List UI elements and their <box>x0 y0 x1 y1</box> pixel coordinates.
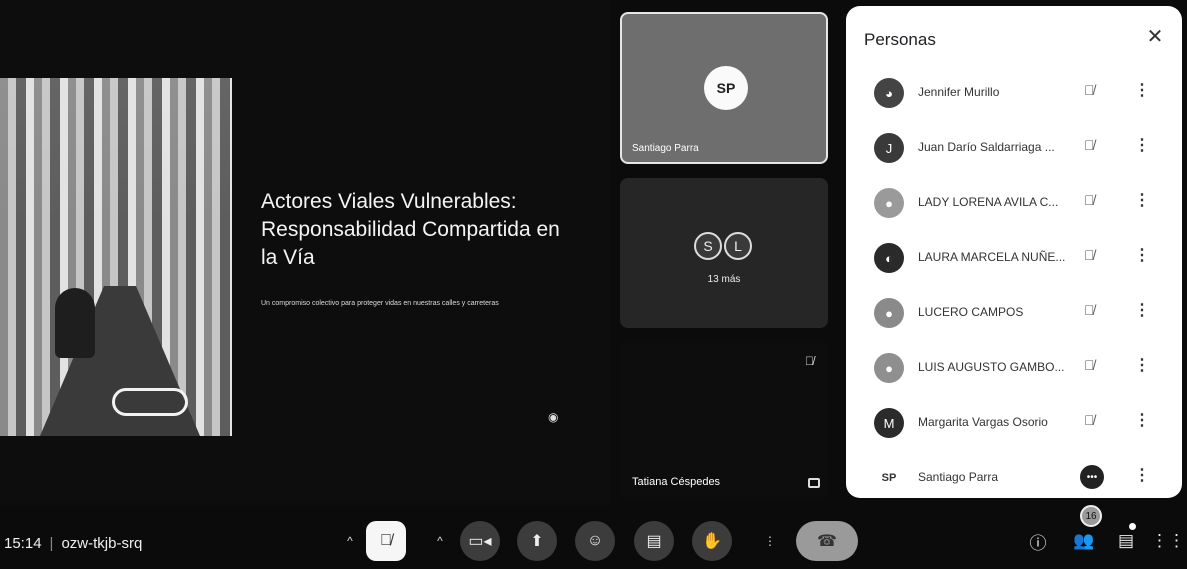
avatar: L <box>724 232 752 260</box>
participant-tile-bottom[interactable]: 🎙̸ Tatiana Céspedes <box>620 340 828 500</box>
separator: | <box>49 535 54 552</box>
mic-off-icon: 🎙̸ <box>1084 302 1095 318</box>
people-panel: Personas ✕ ◕ Jennifer Murillo 🎙̸ ⋮ J Jua… <box>846 6 1182 498</box>
pin-icon[interactable] <box>808 478 820 488</box>
meeting-info: 15:14 | ozw-tkjb-srq <box>4 535 142 552</box>
raise-hand-button[interactable]: ✋ <box>692 521 732 561</box>
more-options-icon[interactable]: ⋮ <box>1134 410 1150 430</box>
participants-count-badge: 16 <box>1080 505 1102 527</box>
avatar: ◕ <box>874 78 904 108</box>
more-options-icon[interactable]: ⋮ <box>1134 300 1150 320</box>
list-item[interactable]: ● LUCERO CAMPOS 🎙̸ ⋮ <box>846 286 1182 341</box>
mic-off-icon: 🎙̸ <box>1084 357 1095 373</box>
list-item[interactable]: SP Santiago Parra ••• ⋮ <box>846 451 1182 506</box>
mic-off-icon: 🎙̸ <box>1084 82 1095 98</box>
clock-time: 15:14 <box>4 535 42 552</box>
slide-title: Actores Viales Vulnerables: Responsabili… <box>261 190 560 269</box>
list-item[interactable]: J Juan Darío Saldarriaga ... 🎙̸ ⋮ <box>846 121 1182 176</box>
microphone-toggle-button[interactable]: 🎙̸ <box>366 521 406 561</box>
person-name: LUCERO CAMPOS <box>918 305 1024 319</box>
mic-off-icon: 🎙̸ <box>1084 192 1095 208</box>
chat-icon[interactable]: ▤ <box>1114 529 1138 553</box>
more-options-icon[interactable]: ⋮ <box>1134 355 1150 375</box>
avatar: S <box>694 232 722 260</box>
participants-group-tile[interactable]: S L 13 más <box>620 178 828 328</box>
mic-off-icon: 🎙̸ <box>1084 412 1095 428</box>
slide-logo-icon: ◉ <box>548 410 559 424</box>
avatar: ◐ <box>874 243 904 273</box>
more-participants-label: 13 más <box>707 274 741 285</box>
cyclist-graphic <box>55 288 95 358</box>
more-options-icon[interactable]: ⋮ <box>1134 465 1150 485</box>
audio-options-chevron-icon[interactable]: ^ <box>340 531 360 551</box>
meeting-details-icon[interactable]: ⓘ <box>1026 529 1050 553</box>
mic-off-icon: 🎙̸ <box>1084 247 1095 263</box>
person-name: LUIS AUGUSTO GAMBO... <box>918 360 1065 374</box>
people-icon[interactable]: 👥 <box>1072 529 1096 553</box>
mic-off-icon: 🎙̸ <box>805 354 814 368</box>
more-options-icon[interactable]: ⋮ <box>1134 80 1150 100</box>
person-name: LADY LORENA AVILA C... <box>918 195 1059 209</box>
avatar: J <box>874 133 904 163</box>
avatar: SP <box>874 463 904 493</box>
more-options-icon[interactable]: ⋮ <box>760 531 780 551</box>
participant-name: Santiago Parra <box>632 143 699 154</box>
captions-button[interactable]: ▤ <box>634 521 674 561</box>
list-item[interactable]: ● LADY LORENA AVILA C... 🎙̸ ⋮ <box>846 176 1182 231</box>
reactions-button[interactable]: ☺ <box>575 521 615 561</box>
bottom-control-bar: 15:14 | ozw-tkjb-srq ^ 🎙̸ ^ ▭◂ ⬆ ☺ ▤ ✋ ⋮ ☎… <box>0 505 1187 569</box>
leave-call-button[interactable]: ☎ <box>796 521 858 561</box>
present-screen-button[interactable]: ⬆ <box>517 521 557 561</box>
avatar: ● <box>874 188 904 218</box>
people-list: ◕ Jennifer Murillo 🎙̸ ⋮ J Juan Darío Sal… <box>846 66 1182 506</box>
list-item[interactable]: ◐ LAURA MARCELA NUÑE... 🎙̸ ⋮ <box>846 231 1182 286</box>
avatar: ● <box>874 353 904 383</box>
avatar: M <box>874 408 904 438</box>
avatar: ● <box>874 298 904 328</box>
chat-unread-dot <box>1129 523 1136 530</box>
list-item[interactable]: ◕ Jennifer Murillo 🎙̸ ⋮ <box>846 66 1182 121</box>
person-name: Jennifer Murillo <box>918 85 1000 99</box>
person-name: Juan Darío Saldarriaga ... <box>918 140 1055 154</box>
person-name: Margarita Vargas Osorio <box>918 415 1048 429</box>
more-options-icon[interactable]: ⋮ <box>1134 135 1150 155</box>
avatar: SP <box>704 66 748 110</box>
activities-grid-icon[interactable]: ⋮⋮ <box>1151 529 1185 553</box>
person-name: LAURA MARCELA NUÑE... <box>918 250 1066 264</box>
meeting-code: ozw-tkjb-srq <box>61 535 143 552</box>
slide-subtitle: Un compromiso colectivo para proteger vi… <box>261 300 499 307</box>
more-options-icon[interactable]: ⋮ <box>1134 245 1150 265</box>
close-icon[interactable]: ✕ <box>1142 24 1168 50</box>
participant-name: Tatiana Céspedes <box>632 476 721 488</box>
video-options-chevron-icon[interactable]: ^ <box>430 531 450 551</box>
list-item[interactable]: M Margarita Vargas Osorio 🎙̸ ⋮ <box>846 396 1182 451</box>
slide-photo <box>0 78 232 436</box>
camera-toggle-button[interactable]: ▭◂ <box>460 521 500 561</box>
list-item[interactable]: ● LUIS AUGUSTO GAMBO... 🎙̸ ⋮ <box>846 341 1182 396</box>
panel-title: Personas <box>864 30 936 49</box>
mic-off-icon: 🎙̸ <box>1084 137 1095 153</box>
participant-tile-active[interactable]: SP Santiago Parra <box>620 12 828 164</box>
presentation-area: Actores Viales Vulnerables: Responsabili… <box>0 0 610 505</box>
person-name: Santiago Parra <box>918 470 999 484</box>
more-options-icon[interactable]: ⋮ <box>1134 190 1150 210</box>
bike-lane-symbol <box>112 388 188 416</box>
speaking-indicator-icon: ••• <box>1080 465 1104 489</box>
